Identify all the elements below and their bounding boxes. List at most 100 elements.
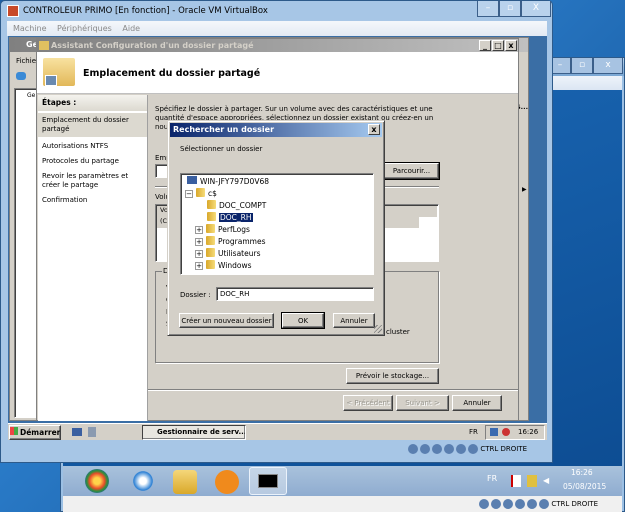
browse-button[interactable]: Parcourir... [383, 162, 440, 180]
step-confirmation: Confirmation [42, 196, 88, 204]
tree-label: Utilisateurs [218, 249, 261, 258]
minimize-button[interactable]: – [477, 1, 499, 17]
guest-screen: Ge □ x Fichie Ge S... ▶ Assistant Config… [8, 36, 547, 440]
usb-icon[interactable] [503, 499, 514, 509]
guest-time[interactable]: 16:26 [518, 428, 538, 436]
close-button[interactable]: x [505, 40, 517, 51]
guest-lang[interactable]: FR [469, 428, 478, 436]
tree-folder[interactable]: + Windows [195, 260, 251, 272]
host-taskbar: FR ◀ 16:26 05/08/2015 [63, 466, 622, 496]
volume-muted-icon[interactable] [502, 428, 510, 436]
previous-button[interactable]: < Précédent [343, 395, 393, 411]
menu-aide[interactable]: Aide [122, 24, 140, 33]
maximize-button[interactable]: ▫ [499, 1, 521, 17]
tree-label: Programmes [218, 237, 266, 246]
folder-icon [206, 260, 215, 269]
host-lang[interactable]: FR [487, 474, 497, 483]
explorer-icon[interactable] [173, 470, 197, 494]
host-time[interactable]: 16:26 [571, 468, 593, 477]
server-manager-menu[interactable]: Fichie [16, 57, 36, 65]
tree-folder[interactable]: + Programmes [195, 236, 265, 248]
host-date[interactable]: 05/08/2015 [563, 482, 606, 491]
next-button[interactable]: Suivant > [396, 395, 449, 411]
cmd-icon [258, 474, 278, 488]
menu-peripheriques[interactable]: Périphériques [57, 24, 112, 33]
shared-folder-icon[interactable] [456, 444, 467, 454]
media-player-icon[interactable] [215, 470, 239, 494]
host-key: CTRL DROITE [551, 500, 598, 508]
taskbar-server-manager[interactable]: Gestionnaire de serv... [142, 425, 246, 440]
vbox-back-statusbar: CTRL DROITE [63, 496, 622, 512]
action-center-icon[interactable] [511, 475, 521, 487]
expand-icon[interactable]: + [195, 226, 203, 234]
new-folder-button[interactable]: Créer un nouveau dossier [179, 313, 274, 328]
wizard-header: Emplacement du dossier partagé [37, 52, 518, 94]
close-button[interactable]: X [521, 1, 551, 17]
minimize-button[interactable]: _ [479, 40, 491, 51]
folder-icon [206, 224, 215, 233]
hdd-icon[interactable] [408, 444, 419, 454]
dialog-prompt: Sélectionner un dossier [180, 145, 263, 153]
expand-arrow-icon[interactable]: ▶ [522, 186, 527, 193]
tree-label: Windows [218, 261, 252, 270]
maximize-button[interactable]: □ [492, 40, 504, 51]
guest-tray: 16:26 [485, 425, 545, 440]
expand-icon[interactable]: + [195, 250, 203, 258]
maximize-button[interactable]: ▫ [571, 58, 593, 74]
vbox-front-window: CONTROLEUR PRIMO [En fonction] - Oracle … [0, 0, 553, 463]
share-drive-icon [196, 188, 205, 197]
folder-icon [207, 200, 216, 209]
capture-icon[interactable] [468, 444, 479, 454]
step-review: Revoir les paramètres et créer le partag… [42, 172, 129, 189]
hdd-icon[interactable] [479, 499, 490, 509]
start-orb-icon[interactable] [85, 469, 109, 493]
vbox-front-title: CONTROLEUR PRIMO [En fonction] - Oracle … [23, 6, 268, 16]
tree-computer[interactable]: WIN-JFY797D0V68 [187, 176, 269, 188]
tree-folder[interactable]: + PerfLogs [195, 224, 250, 236]
shared-folder-icon[interactable] [527, 499, 538, 509]
ok-button[interactable]: OK [281, 312, 325, 329]
vbox-app-icon [7, 5, 19, 17]
expand-icon[interactable]: + [195, 238, 203, 246]
task-label: Gestionnaire de serv... [157, 428, 246, 436]
dialog-close-button[interactable]: x [368, 124, 380, 135]
tree-folder-selected[interactable]: DOC_RH [207, 212, 253, 224]
internet-explorer-icon[interactable] [131, 469, 155, 493]
folder-tree[interactable]: WIN-JFY797D0V68 − c$ DOC_COMPT DOC_RH + Pe… [180, 173, 374, 275]
collapse-icon[interactable]: − [185, 190, 193, 198]
capture-icon[interactable] [539, 499, 550, 509]
network-adapter-icon[interactable] [515, 499, 526, 509]
volume-icon[interactable]: ◀ [543, 476, 553, 486]
wizard-page-title: Emplacement du dossier partagé [83, 68, 261, 79]
folder-icon [206, 236, 215, 245]
menu-machine[interactable]: Machine [13, 24, 47, 33]
network-icon[interactable] [527, 475, 537, 487]
resize-grip[interactable] [374, 325, 382, 333]
tree-folder[interactable]: DOC_COMPT [207, 200, 266, 212]
network-icon[interactable] [490, 428, 498, 436]
tree-folder[interactable]: + Utilisateurs [195, 248, 260, 260]
dialog-cancel-button[interactable]: Annuler [333, 313, 375, 328]
tree-label: c$ [208, 189, 217, 198]
cmd-task-button[interactable] [249, 467, 287, 495]
tree-root[interactable]: Ge [27, 92, 35, 99]
vbox-front-statusbar: CTRL DROITE [7, 441, 547, 457]
back-arrow-icon[interactable] [16, 72, 26, 80]
show-desktop-icon[interactable] [72, 428, 82, 436]
bottom-separator [148, 389, 518, 391]
step-protocols: Protocoles du partage [42, 157, 119, 165]
close-button[interactable]: x [593, 58, 623, 74]
server-manager-quicklaunch-icon[interactable] [88, 427, 96, 437]
plan-storage-button[interactable]: Prévoir le stockage... [346, 368, 439, 384]
network-adapter-icon[interactable] [444, 444, 455, 454]
dialog-titlebar: Rechercher un dossier [170, 123, 382, 137]
usb-icon[interactable] [432, 444, 443, 454]
steps-title: Étapes : [38, 95, 147, 111]
cd-icon[interactable] [420, 444, 431, 454]
cd-icon[interactable] [491, 499, 502, 509]
folder-input[interactable]: DOC_RH [216, 287, 374, 301]
expand-icon[interactable]: + [195, 262, 203, 270]
tree-drive[interactable]: − c$ [185, 188, 217, 200]
start-button[interactable]: Démarrer [9, 425, 61, 440]
wizard-cancel-button[interactable]: Annuler [452, 395, 502, 411]
